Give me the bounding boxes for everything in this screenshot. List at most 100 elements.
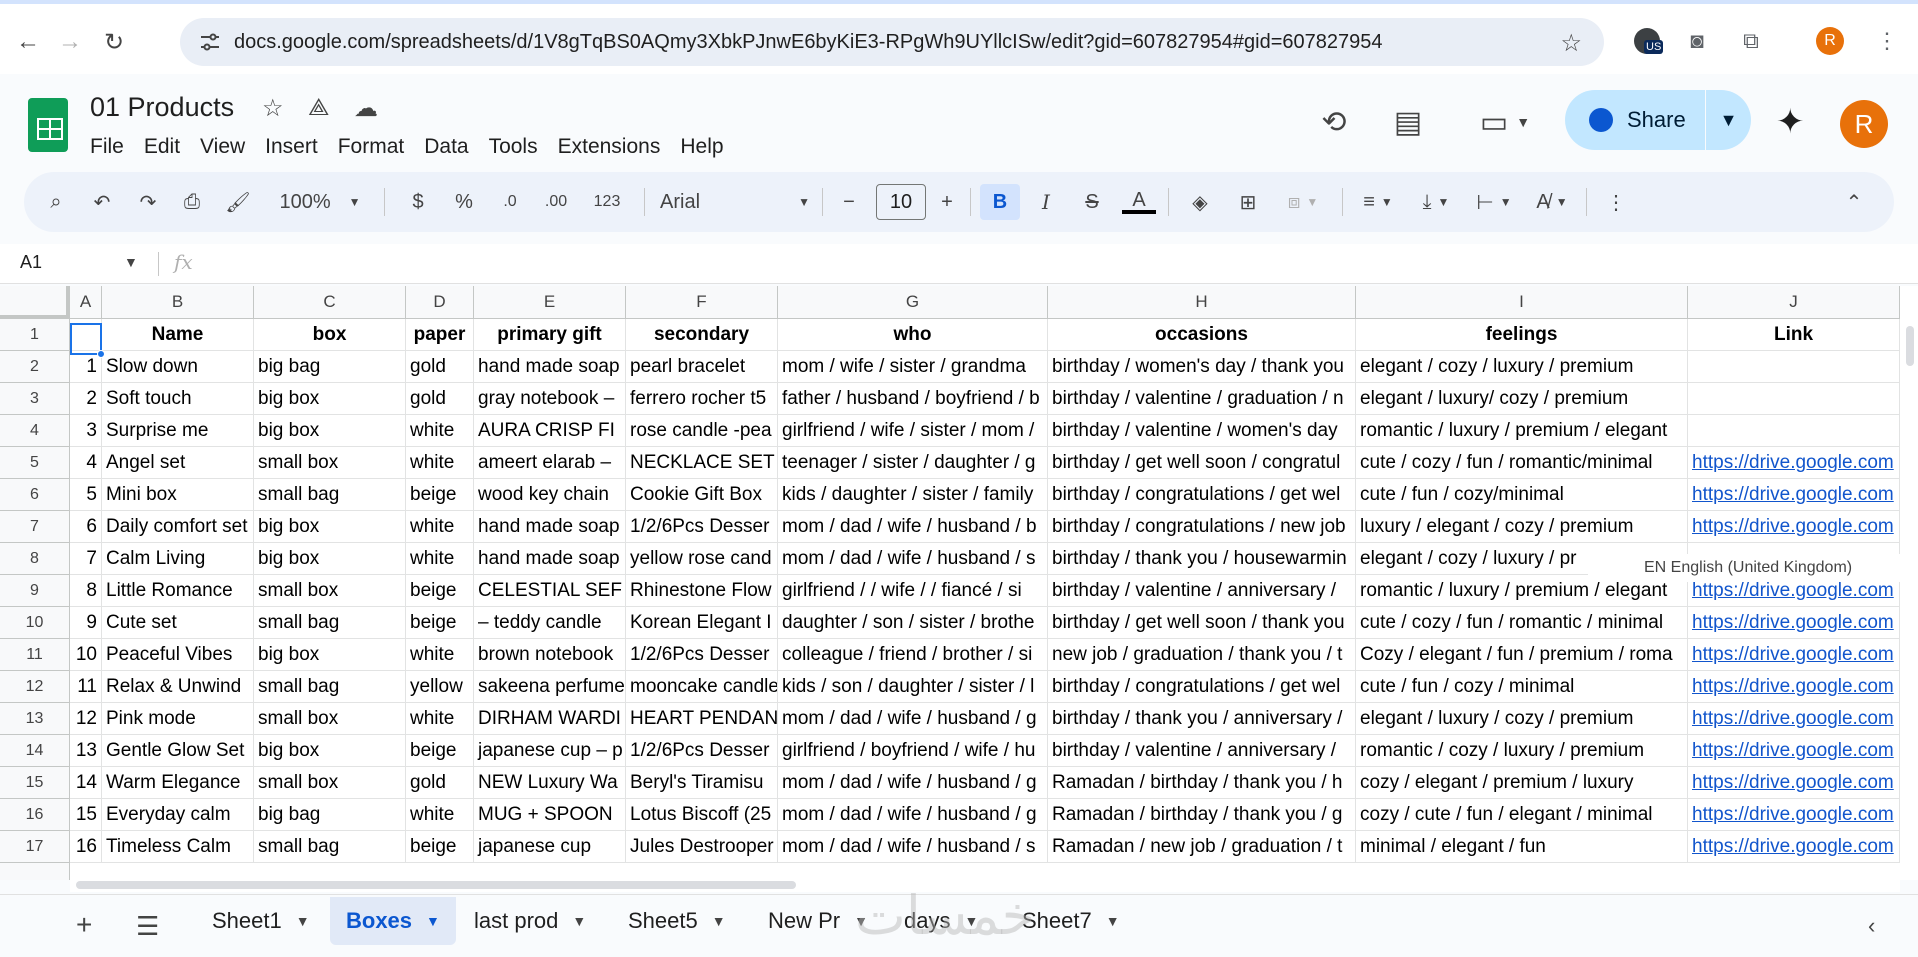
link-cell[interactable]: https://drive.google.com [1688,799,1900,831]
table-cell[interactable]: japanese cup [474,831,626,863]
table-cell[interactable]: minimal / elegant / fun [1356,831,1688,863]
name-box-dropdown-icon[interactable]: ▼ [124,254,138,270]
more-options-icon[interactable]: ⋮ [1598,184,1634,220]
italic-button[interactable]: I [1028,184,1064,220]
table-cell[interactable]: big box [254,543,406,575]
table-cell[interactable]: big box [254,415,406,447]
table-cell[interactable]: 15 [70,799,102,831]
table-cell[interactable]: Rhinestone Flow [626,575,778,607]
table-cell[interactable]: Cookie Gift Box [626,479,778,511]
table-cell[interactable]: wood key chain [474,479,626,511]
table-cell[interactable]: elegant / luxury/ cozy / premium [1356,383,1688,415]
table-cell[interactable] [1688,383,1900,415]
table-cell[interactable]: 1/2/6Pcs Desser [626,639,778,671]
table-cell[interactable]: Timeless Calm [102,831,254,863]
scroll-tabs-left-icon[interactable]: ‹ [1868,913,1875,939]
gemini-sparkle-icon[interactable]: ✦ [1776,102,1805,142]
column-header-d[interactable]: D [406,286,474,319]
table-cell[interactable]: romantic / luxury / premium / elegant [1356,415,1688,447]
row-header[interactable]: 3 [0,383,70,415]
table-cell[interactable]: girlfriend / wife / sister / mom / [778,415,1048,447]
table-cell[interactable]: 1/2/6Pcs Desser [626,735,778,767]
table-cell[interactable]: Jules Destrooper [626,831,778,863]
table-cell[interactable]: mooncake candle [626,671,778,703]
tab-menu-caret-icon[interactable]: ▼ [1106,913,1120,929]
table-cell[interactable]: hand made soap [474,543,626,575]
link-cell[interactable]: https://drive.google.com [1688,447,1900,479]
sheet-tab[interactable]: Sheet5 ▼ [612,897,742,945]
table-cell[interactable]: Relax & Unwind [102,671,254,703]
table-cell[interactable]: 12 [70,703,102,735]
table-cell[interactable]: pearl bracelet [626,351,778,383]
share-dropdown-icon[interactable]: ▼ [1705,90,1751,150]
table-cell[interactable]: 1/2/6Pcs Desser [626,511,778,543]
menu-extensions[interactable]: Extensions [548,132,671,162]
table-cell[interactable]: ameert elarab – [474,447,626,479]
table-cell[interactable]: birthday / women's day / thank you [1048,351,1356,383]
table-cell[interactable]: japanese cup – p [474,735,626,767]
table-cell[interactable] [1688,351,1900,383]
table-cell[interactable]: Slow down [102,351,254,383]
table-cell[interactable]: 6 [70,511,102,543]
table-cell[interactable]: mom / wife / sister / grandma [778,351,1048,383]
column-header-a[interactable]: A [70,286,102,319]
table-cell[interactable]: 4 [70,447,102,479]
column-header-i[interactable]: I [1356,286,1688,319]
table-cell[interactable]: – teddy candle [474,607,626,639]
row-header[interactable] [0,863,70,880]
table-cell[interactable]: 9 [70,607,102,639]
table-cell[interactable]: big box [254,383,406,415]
tab-menu-caret-icon[interactable]: ▼ [572,913,586,929]
search-menus-icon[interactable]: ⌕ [38,184,74,220]
table-cell[interactable]: birthday / congratulations / get wel [1048,479,1356,511]
undo-icon[interactable]: ↶ [84,184,120,220]
table-cell[interactable]: kids / daughter / sister / family [778,479,1048,511]
table-cell[interactable]: mom / dad / wife / husband / g [778,703,1048,735]
table-cell[interactable]: Cozy / elegant / fun / premium / roma [1356,639,1688,671]
table-cell[interactable]: 5 [70,479,102,511]
table-cell[interactable]: beige [406,831,474,863]
table-cell[interactable]: white [406,639,474,671]
extension-vpn-icon[interactable]: US [1630,24,1664,58]
table-cell[interactable]: Ramadan / new job / graduation / t [1048,831,1356,863]
menu-file[interactable]: File [80,132,134,162]
table-cell[interactable]: yellow rose cand [626,543,778,575]
table-cell[interactable]: mom / dad / wife / husband / b [778,511,1048,543]
tab-menu-caret-icon[interactable]: ▼ [426,913,440,929]
table-cell[interactable]: cute / fun / cozy / minimal [1356,671,1688,703]
column-header-j[interactable]: J [1688,286,1900,319]
vertical-align-icon[interactable]: ⤓ ▼ [1410,184,1462,220]
fill-color-icon[interactable]: ◈ [1180,184,1220,220]
column-header-h[interactable]: H [1048,286,1356,319]
table-cell[interactable]: mom / dad / wife / husband / s [778,831,1048,863]
strikethrough-button[interactable]: S [1074,184,1110,220]
table-cell[interactable]: girlfriend / boyfriend / wife / hu [778,735,1048,767]
column-header-g[interactable]: G [778,286,1048,319]
table-cell[interactable]: Beryl's Tiramisu [626,767,778,799]
table-cell[interactable]: hand made soap [474,511,626,543]
redo-icon[interactable]: ↷ [130,184,166,220]
menu-format[interactable]: Format [328,132,415,162]
row-header[interactable]: 17 [0,831,70,863]
zoom-select[interactable]: 100% ▼ [270,184,370,220]
decrease-font-size-button[interactable]: − [834,184,864,220]
link-cell[interactable]: https://drive.google.com [1688,735,1900,767]
bookmark-star-icon[interactable]: ☆ [1560,29,1582,58]
table-cell[interactable]: HEART PENDAN [626,703,778,735]
table-cell[interactable]: 3 [70,415,102,447]
table-cell[interactable]: 13 [70,735,102,767]
table-cell[interactable]: small box [254,703,406,735]
table-cell[interactable]: birthday / congratulations / get wel [1048,671,1356,703]
account-avatar[interactable]: R [1840,100,1888,148]
row-header[interactable]: 9 [0,575,70,607]
text-rotation-icon[interactable]: A̸ ▼ [1526,184,1578,220]
table-cell[interactable]: big box [254,639,406,671]
table-cell[interactable]: Cute set [102,607,254,639]
row-header[interactable]: 11 [0,639,70,671]
menu-data[interactable]: Data [414,132,478,162]
table-cell[interactable]: big box [254,511,406,543]
menu-view[interactable]: View [190,132,255,162]
row-header[interactable]: 14 [0,735,70,767]
sheet-tab[interactable]: Sheet1 ▼ [196,897,326,945]
table-cell[interactable]: white [406,799,474,831]
